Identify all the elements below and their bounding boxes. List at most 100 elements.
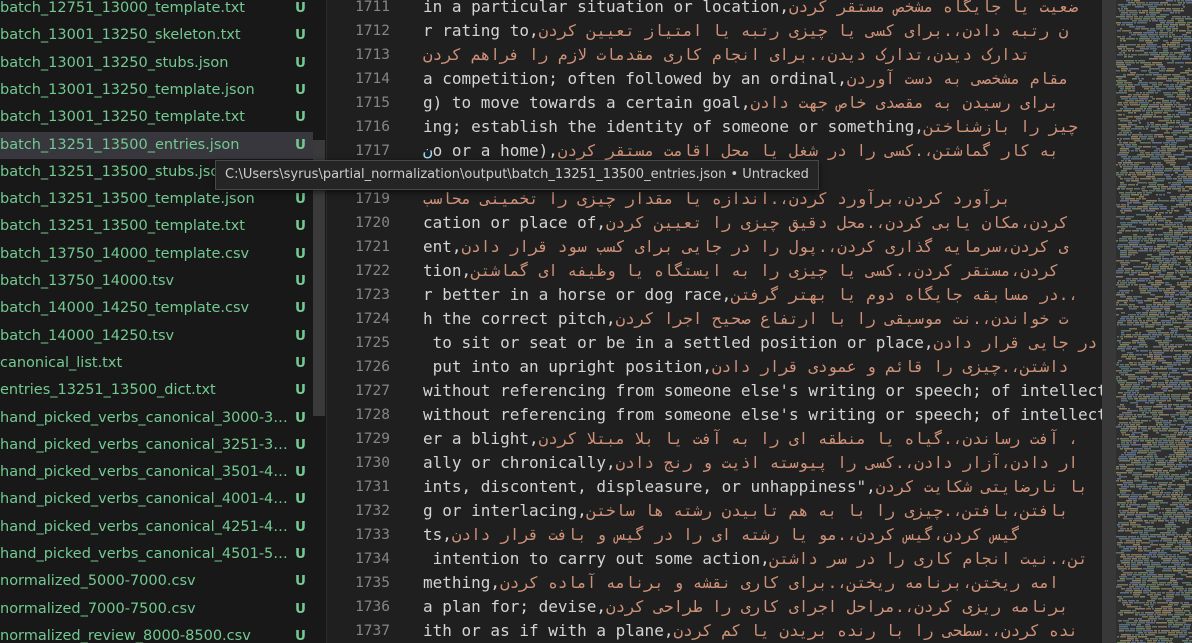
git-status-badge: U bbox=[295, 245, 306, 262]
file-item[interactable]: hand_picked_verbs_canonical_4501-50... U bbox=[0, 541, 313, 568]
git-status-badge: U bbox=[295, 109, 306, 126]
code-line[interactable]: a plan for; devise,برنامه ریزی کردن،.مرا… bbox=[423, 595, 1102, 619]
code-line[interactable]: without referencing from someone else's … bbox=[423, 403, 1102, 427]
file-item[interactable]: hand_picked_verbs_canonical_4001-42... U bbox=[0, 486, 313, 513]
git-status-badge: U bbox=[295, 464, 306, 481]
file-item[interactable]: batch_13251_13500_entries.json U bbox=[0, 131, 313, 159]
code-editor[interactable]: 1711171217131714171517161717171817191720… bbox=[327, 0, 1102, 643]
code-line[interactable]: mething,امه ریختن،برنامه ریختن،.برای کار… bbox=[423, 571, 1102, 595]
file-item[interactable]: hand_picked_verbs_canonical_3251-35... U bbox=[0, 432, 313, 459]
code-line[interactable]: ts,گیس کردن،گیس کردن،.مو یا رشته ای را د… bbox=[423, 523, 1102, 547]
english-definition: in a particular situation or location, bbox=[423, 0, 790, 16]
file-name: batch_13001_13250_template.txt bbox=[0, 109, 245, 126]
git-status-badge: U bbox=[295, 409, 306, 426]
git-status-badge: U bbox=[295, 382, 306, 399]
english-definition: ts, bbox=[423, 525, 452, 544]
file-name: batch_13251_13500_template.json bbox=[0, 191, 255, 208]
persian-translation: به کار گماشتن،.کسی را در شغل یا محل اقام… bbox=[557, 141, 1059, 160]
code-line[interactable]: to sit or seat or be in a settled positi… bbox=[423, 331, 1102, 355]
english-definition: g or interlacing, bbox=[423, 501, 587, 520]
minimap-slider[interactable] bbox=[1102, 0, 1192, 643]
line-number: 1722 bbox=[355, 263, 390, 279]
persian-translation: داشتن،.چیزی را قائم و عمودی قرار دادن bbox=[711, 357, 1069, 376]
code-line[interactable]: cation or place of,کردن،مکان یابی کردن،.… bbox=[423, 211, 1102, 235]
persian-translation: ی کردن،سرمایه گذاری کردن،.پول را در جایی… bbox=[461, 237, 1069, 256]
code-line[interactable]: r better in a horse or dog race,،.در مسا… bbox=[423, 283, 1102, 307]
english-definition: to sit or seat or be in a settled positi… bbox=[423, 333, 934, 352]
line-number: 1732 bbox=[355, 503, 390, 519]
persian-translation: در جایی قرار دادن bbox=[933, 333, 1098, 352]
line-number: 1714 bbox=[355, 71, 390, 87]
persian-translation: ن رتبه دادن،.برای کسی یا چیزی رتبه یا ام… bbox=[538, 21, 1069, 40]
file-name: batch_14000_14250_template.csv bbox=[0, 300, 250, 317]
file-item[interactable]: canonical_list.txt U bbox=[0, 350, 313, 377]
line-number: 1737 bbox=[355, 623, 390, 639]
line-number: 1716 bbox=[355, 119, 390, 135]
persian-translation: چیز را بازشناختن bbox=[923, 117, 1079, 136]
code-line[interactable]: er a blight,، آفت رساندن،.گیاه یا منطقه … bbox=[423, 427, 1102, 451]
git-status-badge: U bbox=[295, 546, 306, 562]
code-line[interactable]: تدارک دیدن،تدارک دیدن،.برای انجام کاری م… bbox=[423, 43, 1102, 67]
file-item[interactable]: hand_picked_verbs_canonical_3501-40... U bbox=[0, 459, 313, 486]
minimap[interactable] bbox=[1102, 0, 1192, 643]
persian-translation: ، آفت رساندن،.گیاه یا منطقه ای را به آفت… bbox=[538, 429, 1079, 448]
file-item[interactable]: batch_14000_14250.tsv U bbox=[0, 323, 313, 350]
file-item[interactable]: batch_13750_14000.tsv U bbox=[0, 268, 313, 295]
line-number: 1725 bbox=[355, 335, 390, 351]
code-line[interactable]: ints, discontent, displeasure, or unhapp… bbox=[423, 475, 1102, 499]
file-item[interactable]: hand_picked_verbs_canonical_4251-45... U bbox=[0, 514, 313, 541]
english-definition: ith or as if with a plane, bbox=[423, 621, 674, 640]
code-line[interactable]: h the correct pitch,ت خواندن،.نت موسیقی … bbox=[423, 307, 1102, 331]
persian-translation: کردن،مکان یابی کردن،.محل دقیق چیزی را تع… bbox=[606, 213, 1069, 232]
code-line[interactable]: g) to move towards a certain goal,برای ر… bbox=[423, 91, 1102, 115]
english-definition: ing; establish the identity of someone o… bbox=[423, 117, 924, 136]
git-status-badge: U bbox=[295, 491, 306, 508]
english-definition: o or a home), bbox=[432, 141, 558, 160]
persian-translation: بافتن،بافتن،.چیزی را با به هم تابیدن رشت… bbox=[586, 501, 1069, 520]
file-item[interactable]: batch_13251_13500_template.json U bbox=[0, 186, 313, 213]
code-line[interactable]: g or interlacing,بافتن،بافتن،.چیزی را با… bbox=[423, 499, 1102, 523]
line-number: 1730 bbox=[355, 455, 390, 471]
english-definition: mething, bbox=[423, 573, 501, 592]
code-line[interactable]: ally or chronically,ار دادن،آزار دادن،.ک… bbox=[423, 451, 1102, 475]
code-line[interactable]: put into an upright position,داشتن،.چیزی… bbox=[423, 355, 1102, 379]
file-item[interactable]: batch_13750_14000_template.csv U bbox=[0, 241, 313, 268]
persian-translation: برای رسیدن به مقصدی خاص جهت دادن bbox=[750, 93, 1059, 112]
code-line[interactable]: ith or as if with a plane,نده کردن،.سطحی… bbox=[423, 619, 1102, 643]
git-status-badge: U bbox=[295, 327, 306, 344]
code-line[interactable]: in a particular situation or location,ضع… bbox=[423, 0, 1102, 19]
code-line[interactable]: intention to carry out some action,تن،.ن… bbox=[423, 547, 1102, 571]
code-line[interactable]: a competition; often followed by an ordi… bbox=[423, 67, 1102, 91]
file-item[interactable]: normalized_5000-7000.csv U bbox=[0, 568, 313, 595]
file-item[interactable]: normalized_7000-7500.csv U bbox=[0, 596, 313, 623]
code-line[interactable]: without referencing from someone else's … bbox=[423, 379, 1102, 403]
file-name: normalized_7000-7500.csv bbox=[0, 600, 196, 617]
persian-translation: برآورد کردن،برآورد کردن،.اندازه یا مقدار… bbox=[423, 189, 1011, 208]
file-item[interactable]: batch_13001_13250_template.json U bbox=[0, 77, 313, 104]
line-number: 1733 bbox=[355, 527, 390, 543]
file-item[interactable]: batch_13001_13250_skeleton.txt U bbox=[0, 22, 313, 49]
file-name: batch_13251_13500_entries.json bbox=[0, 136, 240, 153]
code-line[interactable]: ent,ی کردن،سرمایه گذاری کردن،.پول را در … bbox=[423, 235, 1102, 259]
file-item[interactable]: batch_13251_13500_template.txt U bbox=[0, 213, 313, 240]
git-status-badge: U bbox=[295, 300, 306, 317]
explorer-sidebar: batch_12751_13000_template.txt Ubatch_130… bbox=[0, 0, 327, 643]
file-item[interactable]: entries_13251_13500_dict.txt U bbox=[0, 377, 313, 404]
code-line[interactable]: tion,کردن،مستقر کردن،.کسی یا چیزی را به … bbox=[423, 259, 1102, 283]
persian-translation: امه ریختن،برنامه ریختن،.برای کاری نقشه و… bbox=[500, 573, 1059, 592]
code-line[interactable]: r rating to,ن رتبه دادن،.برای کسی یا چیز… bbox=[423, 19, 1102, 43]
git-status-badge: U bbox=[295, 518, 306, 535]
file-name: canonical_list.txt bbox=[0, 354, 123, 371]
english-definition: tion, bbox=[423, 261, 472, 280]
code-line[interactable]: ing; establish the identity of someone o… bbox=[423, 115, 1102, 139]
file-name: batch_13001_13250_template.json bbox=[0, 81, 255, 98]
file-item[interactable]: batch_14000_14250_template.csv U bbox=[0, 295, 313, 322]
persian-translation: برنامه ریزی کردن،.مراحل اجرای کاری را طر… bbox=[606, 597, 1069, 616]
file-item[interactable]: batch_13001_13250_stubs.json U bbox=[0, 50, 313, 77]
file-item[interactable]: batch_12751_13000_template.txt U bbox=[0, 0, 313, 22]
file-item[interactable]: batch_13001_13250_template.txt U bbox=[0, 104, 313, 131]
file-item[interactable]: hand_picked_verbs_canonical_3000-32... U bbox=[0, 405, 313, 432]
english-definition: intention to carry out some action, bbox=[423, 549, 770, 568]
code-line[interactable]: برآورد کردن،برآورد کردن،.اندازه یا مقدار… bbox=[423, 187, 1102, 211]
file-item[interactable]: normalized_review_8000-8500.csv U bbox=[0, 623, 313, 643]
